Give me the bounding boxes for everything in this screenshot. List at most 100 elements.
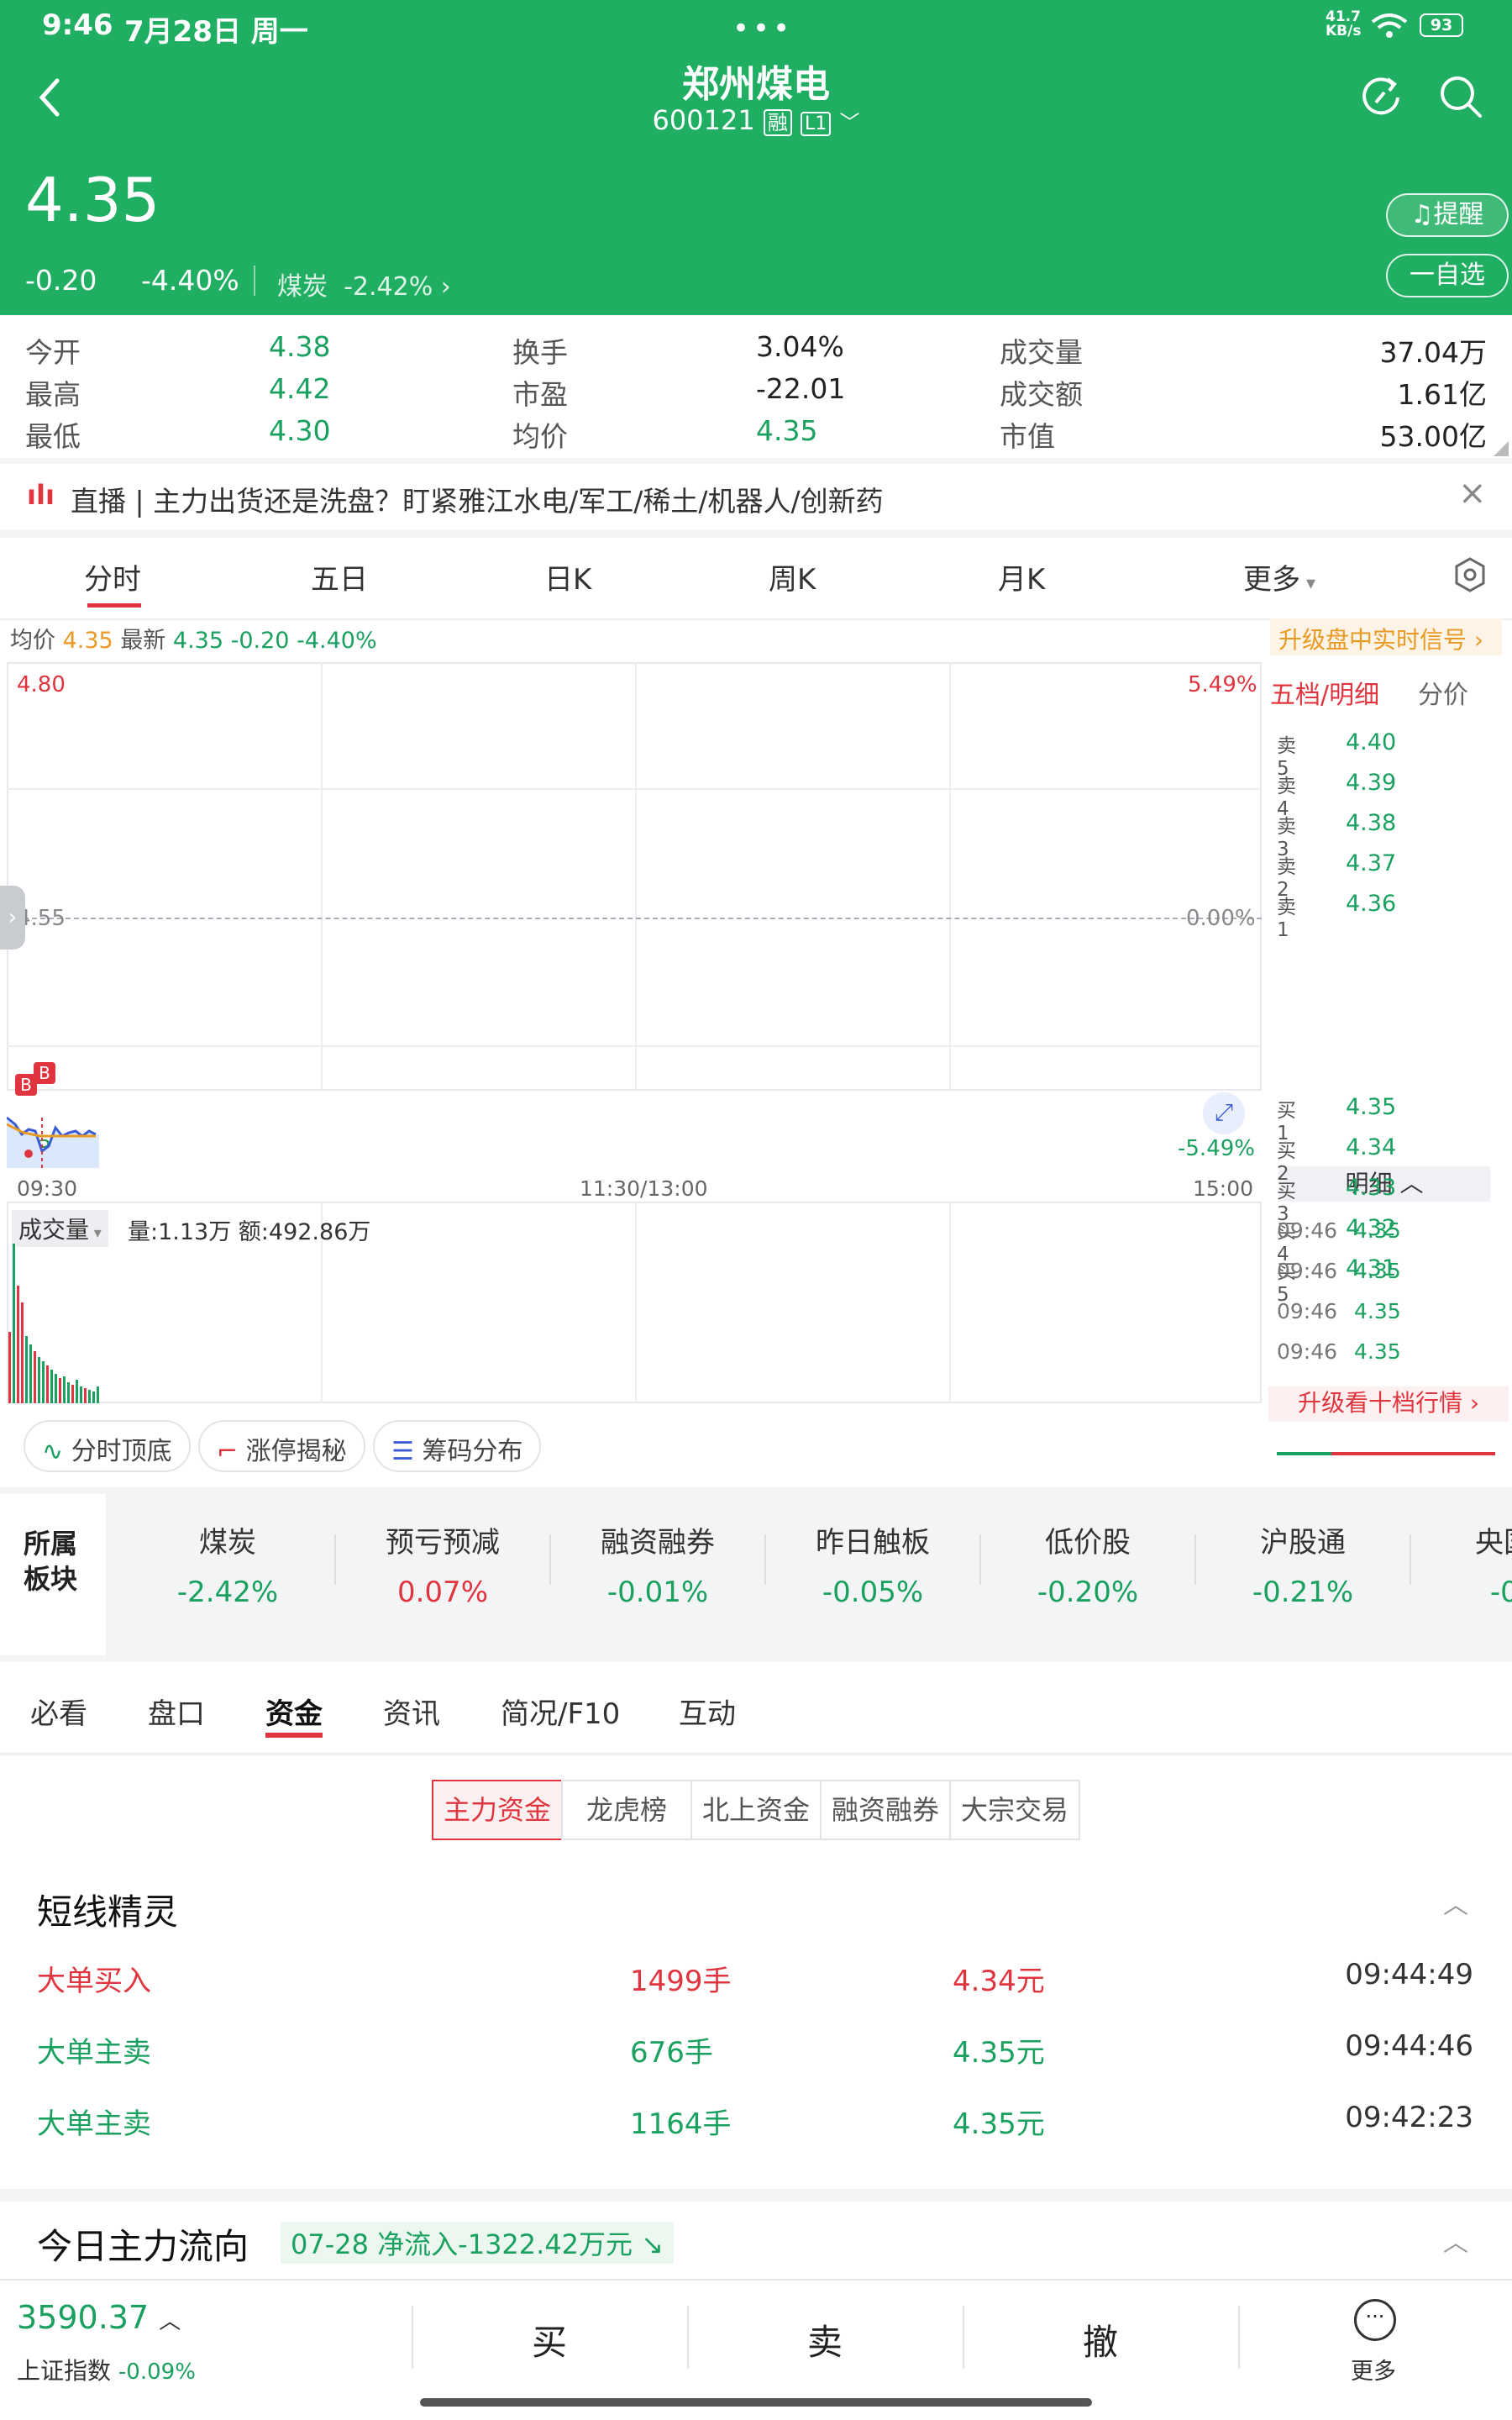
seg-dragon-tiger[interactable]: 龙虎榜 bbox=[561, 1780, 692, 1840]
seg-northbound[interactable]: 北上资金 bbox=[690, 1780, 822, 1840]
tool-button-top-bottom[interactable]: ∿ 分时顶底 bbox=[24, 1420, 191, 1472]
orderbook-tab-level5[interactable]: 五档/明细 bbox=[1270, 674, 1379, 711]
sector-item[interactable]: 煤炭 -2.42% bbox=[123, 1519, 333, 1609]
volume-info: 量:1.13万 额:492.86万 bbox=[128, 1219, 371, 1245]
volume-bar bbox=[21, 1302, 24, 1403]
fund-row-time: 09:44:46 bbox=[1345, 2029, 1473, 2063]
settings-hexagon-icon[interactable] bbox=[1453, 556, 1487, 593]
volume-bar bbox=[50, 1370, 53, 1403]
sector-item[interactable]: 预亏预减 0.07% bbox=[338, 1519, 548, 1609]
refresh-icon[interactable] bbox=[1359, 74, 1403, 118]
volume-dropdown[interactable]: 成交量 ▾ bbox=[12, 1210, 108, 1247]
caret-down-icon: ▾ bbox=[1300, 573, 1316, 594]
volume-bar bbox=[42, 1361, 45, 1403]
sector-item[interactable]: 沪股通 -0.21% bbox=[1198, 1519, 1408, 1609]
fund-row-qty: 1499手 bbox=[630, 1965, 732, 1998]
buy-level-price[interactable]: 4.34 bbox=[1346, 1134, 1396, 1160]
seg-block-trade[interactable]: 大宗交易 bbox=[949, 1780, 1080, 1840]
tab-funds[interactable]: 资金 bbox=[265, 1691, 323, 1732]
avg-value: 4.35 bbox=[62, 628, 113, 654]
sector-item[interactable]: 央国企 -0.2 bbox=[1413, 1519, 1512, 1609]
fullscreen-icon[interactable]: ⤢ bbox=[1203, 1092, 1245, 1134]
divider bbox=[979, 1534, 981, 1585]
tick-price: 4.35 bbox=[1354, 1299, 1401, 1323]
volume-bar bbox=[55, 1374, 57, 1403]
buy-button[interactable]: 买 bbox=[412, 2314, 687, 2365]
index-value-button[interactable]: 3590.37 ︿ bbox=[17, 2299, 181, 2336]
news-banner[interactable]: ılı 直播 | 主力出货还是洗盘？盯紧雅江水电/军工/稀土/机器人/创新药 × bbox=[0, 464, 1512, 529]
upgrade-ten-level-link[interactable]: 升级看十档行情 › bbox=[1268, 1386, 1509, 1422]
buy-level-price[interactable]: 4.35 bbox=[1346, 1094, 1396, 1120]
orderbook-tab-price[interactable]: 分价 bbox=[1418, 674, 1468, 711]
sector-strip: 所属 板块 煤炭 -2.42% 预亏预减 0.07% 融资融券 -0.01% 昨日触板 -0.… bbox=[0, 1494, 1512, 1655]
sector-link[interactable]: 煤炭 -2.42% › bbox=[277, 266, 451, 302]
close-icon[interactable]: × bbox=[1458, 474, 1487, 513]
remind-button[interactable]: ♫提醒 bbox=[1386, 193, 1509, 237]
stat-value: 53.00亿 bbox=[1379, 420, 1487, 453]
volume-bar bbox=[88, 1390, 91, 1403]
sell-level-price[interactable]: 4.39 bbox=[1346, 770, 1396, 796]
more-circle-icon[interactable]: ··· bbox=[1354, 2299, 1396, 2341]
volume-bar bbox=[38, 1357, 40, 1403]
sector-item[interactable]: 低价股 -0.20% bbox=[983, 1519, 1193, 1609]
buy-level-price[interactable]: 4.33 bbox=[1346, 1175, 1396, 1201]
axis-mid-pct: 0.00% bbox=[1186, 906, 1256, 931]
header: 9:46 7月28日 周一 ••• 41.7 KB/s 93 郑州煤电 6001… bbox=[0, 0, 1512, 315]
tab-more[interactable]: 更多 ▾ bbox=[1243, 556, 1315, 597]
cancel-button[interactable]: 撤 bbox=[963, 2314, 1238, 2365]
last-pct: -4.40% bbox=[297, 628, 377, 654]
chart-panel: 分时 五日 日K 周K 月K 更多 ▾ 均价 4.35 最新 4.35 -0.2… bbox=[0, 538, 1512, 1487]
side-expand-handle[interactable]: › bbox=[0, 886, 25, 950]
status-date: 7月28日 周一 bbox=[124, 15, 308, 49]
more-label[interactable]: 更多 bbox=[1351, 2353, 1396, 2386]
tab-day-k[interactable]: 日K bbox=[544, 556, 591, 597]
remind-label: 提醒 bbox=[1433, 200, 1484, 229]
divider bbox=[1410, 1534, 1411, 1585]
seg-margin[interactable]: 融资融券 bbox=[820, 1780, 951, 1840]
watchlist-button[interactable]: 一自选 bbox=[1386, 254, 1509, 297]
flow-badge-text: 07-28 净流入-1322.42万元 bbox=[291, 2228, 633, 2260]
sell-level-price[interactable]: 4.40 bbox=[1346, 729, 1396, 755]
sector-item[interactable]: 昨日触板 -0.05% bbox=[768, 1519, 978, 1609]
upgrade-signal-link[interactable]: 升级盘中实时信号 › bbox=[1270, 618, 1502, 655]
sell-level-price[interactable]: 4.37 bbox=[1346, 850, 1396, 876]
sell-level-price[interactable]: 4.36 bbox=[1346, 891, 1396, 917]
flow-title: 今日主力流向 bbox=[37, 2226, 249, 2267]
chevron-down-icon: ﹀ bbox=[839, 111, 860, 134]
grid-line bbox=[635, 662, 637, 1091]
search-icon[interactable] bbox=[1438, 74, 1485, 121]
tab-news[interactable]: 资讯 bbox=[383, 1691, 440, 1732]
tab-five-day[interactable]: 五日 bbox=[311, 556, 368, 597]
stat-value: 4.42 bbox=[269, 372, 331, 405]
tick-price: 4.35 bbox=[1354, 1339, 1401, 1364]
sell-level-price[interactable]: 4.38 bbox=[1346, 810, 1396, 836]
live-bars-icon: ılı bbox=[27, 479, 55, 511]
expand-corner-icon[interactable] bbox=[1494, 441, 1509, 456]
seg-main-funds[interactable]: 主力资金 bbox=[432, 1780, 563, 1840]
sector-item[interactable]: 融资融券 -0.01% bbox=[553, 1519, 763, 1609]
sell-level-label: 卖1 bbox=[1277, 897, 1296, 941]
tool-button-limit-up[interactable]: ⌐ 涨停揭秘 bbox=[198, 1420, 365, 1472]
tab-must-see[interactable]: 必看 bbox=[30, 1691, 87, 1732]
buy-marker-icon[interactable]: B bbox=[34, 1062, 55, 1084]
stock-code-line[interactable]: 600121 融 L1 ﹀ bbox=[0, 104, 1512, 136]
more-dots-icon[interactable]: ••• bbox=[732, 12, 793, 45]
tab-week-k[interactable]: 周K bbox=[769, 556, 816, 597]
tool-button-chip[interactable]: ☰ 筹码分布 bbox=[373, 1420, 542, 1472]
tab-underline bbox=[87, 603, 141, 608]
sell-button[interactable]: 卖 bbox=[687, 2314, 963, 2365]
home-indicator[interactable] bbox=[420, 2398, 1092, 2407]
tab-month-k[interactable]: 月K bbox=[998, 556, 1045, 597]
chevron-up-icon[interactable]: ︿ bbox=[1443, 1884, 1468, 1921]
volume-bar bbox=[97, 1386, 99, 1403]
divider bbox=[764, 1534, 766, 1585]
tab-handicap[interactable]: 盘口 bbox=[148, 1691, 205, 1732]
price-chart-frame bbox=[7, 662, 1262, 1091]
fund-row-price: 4.35元 bbox=[953, 2036, 1045, 2070]
chevron-up-icon[interactable]: ︿ bbox=[1443, 2222, 1468, 2259]
tab-f10[interactable]: 简况/F10 bbox=[501, 1691, 620, 1732]
sector-pct: -2.42% bbox=[344, 272, 433, 302]
tab-interact[interactable]: 互动 bbox=[679, 1691, 736, 1732]
tick-time: 09:46 bbox=[1277, 1218, 1338, 1243]
tab-minute[interactable]: 分时 bbox=[84, 556, 141, 597]
